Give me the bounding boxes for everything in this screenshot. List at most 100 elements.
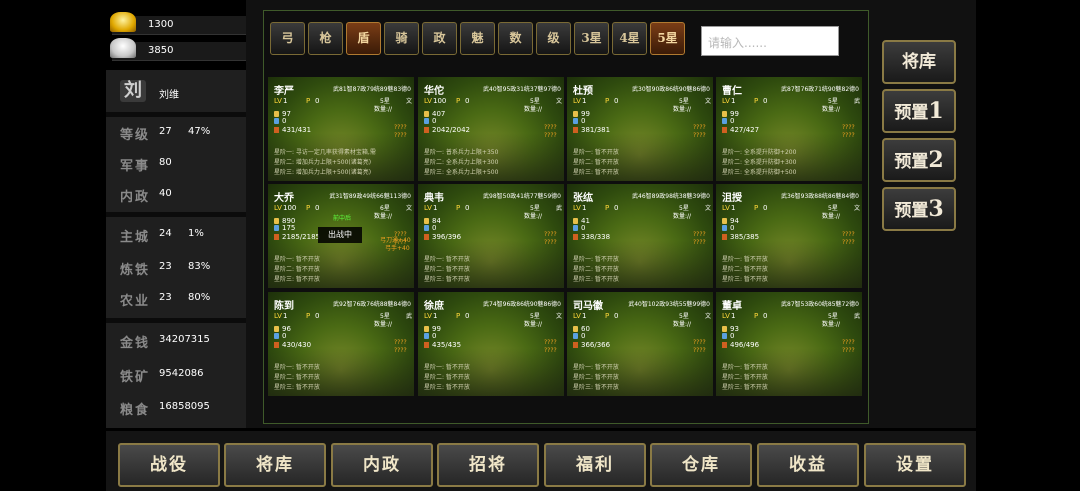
mana-icon: [722, 118, 727, 124]
nav-general-library-button[interactable]: 将库: [224, 443, 326, 487]
points-value: 0: [315, 204, 320, 212]
stat-label: 农业: [120, 294, 151, 309]
points-value: 0: [614, 204, 619, 212]
general-card[interactable]: LV P???????? 大乔 武31智89政49统66魅113德0 100 0 6星文数量…: [268, 184, 414, 288]
general-library-button[interactable]: 将库: [882, 40, 956, 84]
star-skill-3: 星阶三: 暂不开放: [424, 384, 470, 391]
quantity: 数量://: [822, 213, 841, 220]
tab-quantity[interactable]: 数: [498, 22, 533, 55]
level-label: LV: [274, 312, 282, 320]
general-card[interactable]: LV P???????? 曹仁 武87智76政71统90魅82德0 1 0 5星武数量://…: [716, 77, 862, 181]
troops-icon: [274, 342, 279, 348]
stat-value: 24: [159, 228, 172, 239]
general-type: 武: [406, 313, 413, 320]
general-card[interactable]: LV P???????? 董卓 武87智53政60统85魅72德0 1 0 5星武数量://…: [716, 292, 862, 396]
general-card[interactable]: LV P???????? 陈到 武92智76政76统88魅84德0 1 0 5星武数量://…: [268, 292, 414, 396]
general-card[interactable]: LV P???????? 徐庶 武74智96政86统90魅86德0 1 0 5星文数量://…: [418, 292, 564, 396]
quantity: 数量://: [822, 106, 841, 113]
star-skill-2: 星阶二: 暂不开放: [722, 266, 768, 273]
stat-label: 军事: [120, 159, 151, 174]
level-value: 1: [283, 97, 288, 105]
points-label: P: [306, 312, 311, 320]
level-value: 1: [433, 312, 438, 320]
tab-5star[interactable]: 5星: [650, 22, 685, 55]
preset-3-button[interactable]: 预置3: [882, 187, 956, 231]
tab-shield[interactable]: 盾: [346, 22, 381, 55]
star-skill-1: 星阶一: 寻访一定几率获得素材宝箱,需: [274, 149, 376, 156]
stat-value: 27: [159, 126, 172, 137]
general-card[interactable]: LV P???????? 李严 武81智87政79统89魅83德0 1 0 5星文数量://…: [268, 77, 414, 181]
player-row[interactable]: 刘 刘维: [106, 76, 246, 106]
tab-bow[interactable]: 弓: [270, 22, 305, 55]
points-label: P: [306, 97, 311, 105]
search-input[interactable]: 请输入......: [701, 26, 839, 56]
stat-main-city: 主城 24 1%: [106, 221, 246, 247]
level-label: LV: [424, 312, 432, 320]
general-card[interactable]: LV P???????? 沮授 武36智93政88统86魅84德0 1 0 5星文数量://…: [716, 184, 862, 288]
preset-2-button[interactable]: 预置2: [882, 138, 956, 182]
general-name: 李严: [274, 86, 294, 97]
mana-value: 0: [730, 332, 735, 340]
nav-campaign-button[interactable]: 战役: [118, 443, 220, 487]
attack-icon: [424, 111, 429, 117]
star-skill-3: 星阶三: 暂不开放: [274, 384, 320, 391]
nav-internal-affairs-button[interactable]: 内政: [331, 443, 433, 487]
general-attributes: 武87智76政71统90魅82德0: [781, 86, 859, 93]
troops-value: 435/435: [432, 341, 462, 349]
general-card[interactable]: LV P???????? 张纮 武46智89政98统38魅39德0 1 0 5星文数量://…: [567, 184, 713, 288]
stat-label: 主城: [120, 230, 151, 245]
level-label: LV: [424, 204, 432, 212]
tab-charm[interactable]: 魅: [460, 22, 495, 55]
star-skill-1: 星阶一: 暂不开放: [722, 364, 768, 371]
points-value: 0: [614, 97, 619, 105]
general-card[interactable]: LV P???????? 杜预 武30智90政86统90魅86德0 1 0 5星文数量://…: [567, 77, 713, 181]
troops-value: 385/385: [730, 233, 760, 241]
general-card[interactable]: LV P???????? 华佗 武40智95政31统37魅97德0 100 0 5星文数量:…: [418, 77, 564, 181]
general-card[interactable]: LV P???????? 司马徽 武40智102政93统55魅99德0 1 0 5星文数量:…: [567, 292, 713, 396]
silver-ingot-row: 3850: [110, 38, 246, 61]
mana-icon: [424, 333, 429, 339]
tab-cavalry[interactable]: 骑: [384, 22, 419, 55]
level-value: 1: [731, 312, 736, 320]
player-name: 刘维: [159, 90, 179, 101]
level-value: 1: [582, 97, 587, 105]
level-value: 1: [731, 204, 736, 212]
star-skill-1: 星阶一: 暂不开放: [573, 256, 619, 263]
nav-recruit-button[interactable]: 招将: [437, 443, 539, 487]
nav-settings-button[interactable]: 设置: [864, 443, 966, 487]
tab-3star[interactable]: 3星: [574, 22, 609, 55]
quantity: 数量://: [524, 213, 543, 220]
troops-value: 427/427: [730, 126, 760, 134]
nav-warehouse-button[interactable]: 仓库: [650, 443, 752, 487]
general-attributes: 武46智89政98统38魅39德0: [632, 193, 710, 200]
troops-value: 430/430: [282, 341, 312, 349]
general-card[interactable]: LV P???????? 典韦 武98智50政41统77魅59德0 1 0 5星武数量://…: [418, 184, 564, 288]
general-name: 司马徽: [573, 301, 603, 312]
tab-level[interactable]: 级: [536, 22, 571, 55]
level-label: LV: [424, 97, 432, 105]
troops-value: 381/381: [581, 126, 611, 134]
unknown-value: ????: [544, 239, 557, 246]
unknown-value: ????: [693, 231, 706, 238]
quantity: 数量://: [374, 213, 393, 220]
tab-4star[interactable]: 4星: [612, 22, 647, 55]
star-skill-1: 星阶一: 普系兵力上限+350: [424, 149, 499, 156]
points-value: 0: [465, 312, 470, 320]
star-skill-1: 星阶一: 暂不开放: [722, 256, 768, 263]
tab-spear[interactable]: 枪: [308, 22, 343, 55]
nav-welfare-button[interactable]: 福利: [544, 443, 646, 487]
level-label: LV: [722, 312, 730, 320]
star-skill-1: 星阶一: 暂不开放: [424, 256, 470, 263]
tab-politics[interactable]: 政: [422, 22, 457, 55]
silver-ingot-icon: [110, 38, 136, 58]
stat-military: 军事 80: [106, 150, 246, 176]
nav-revenue-button[interactable]: 收益: [757, 443, 859, 487]
unknown-value: ????: [842, 132, 855, 139]
troops-icon: [424, 234, 429, 240]
preset-1-button[interactable]: 预置1: [882, 89, 956, 133]
star-skill-1: 星阶一: 暂不开放: [274, 364, 320, 371]
unknown-value: ????: [394, 339, 407, 346]
unknown-value: ????: [842, 347, 855, 354]
stat-value: 16858095: [159, 401, 210, 412]
attack-icon: [274, 218, 279, 224]
